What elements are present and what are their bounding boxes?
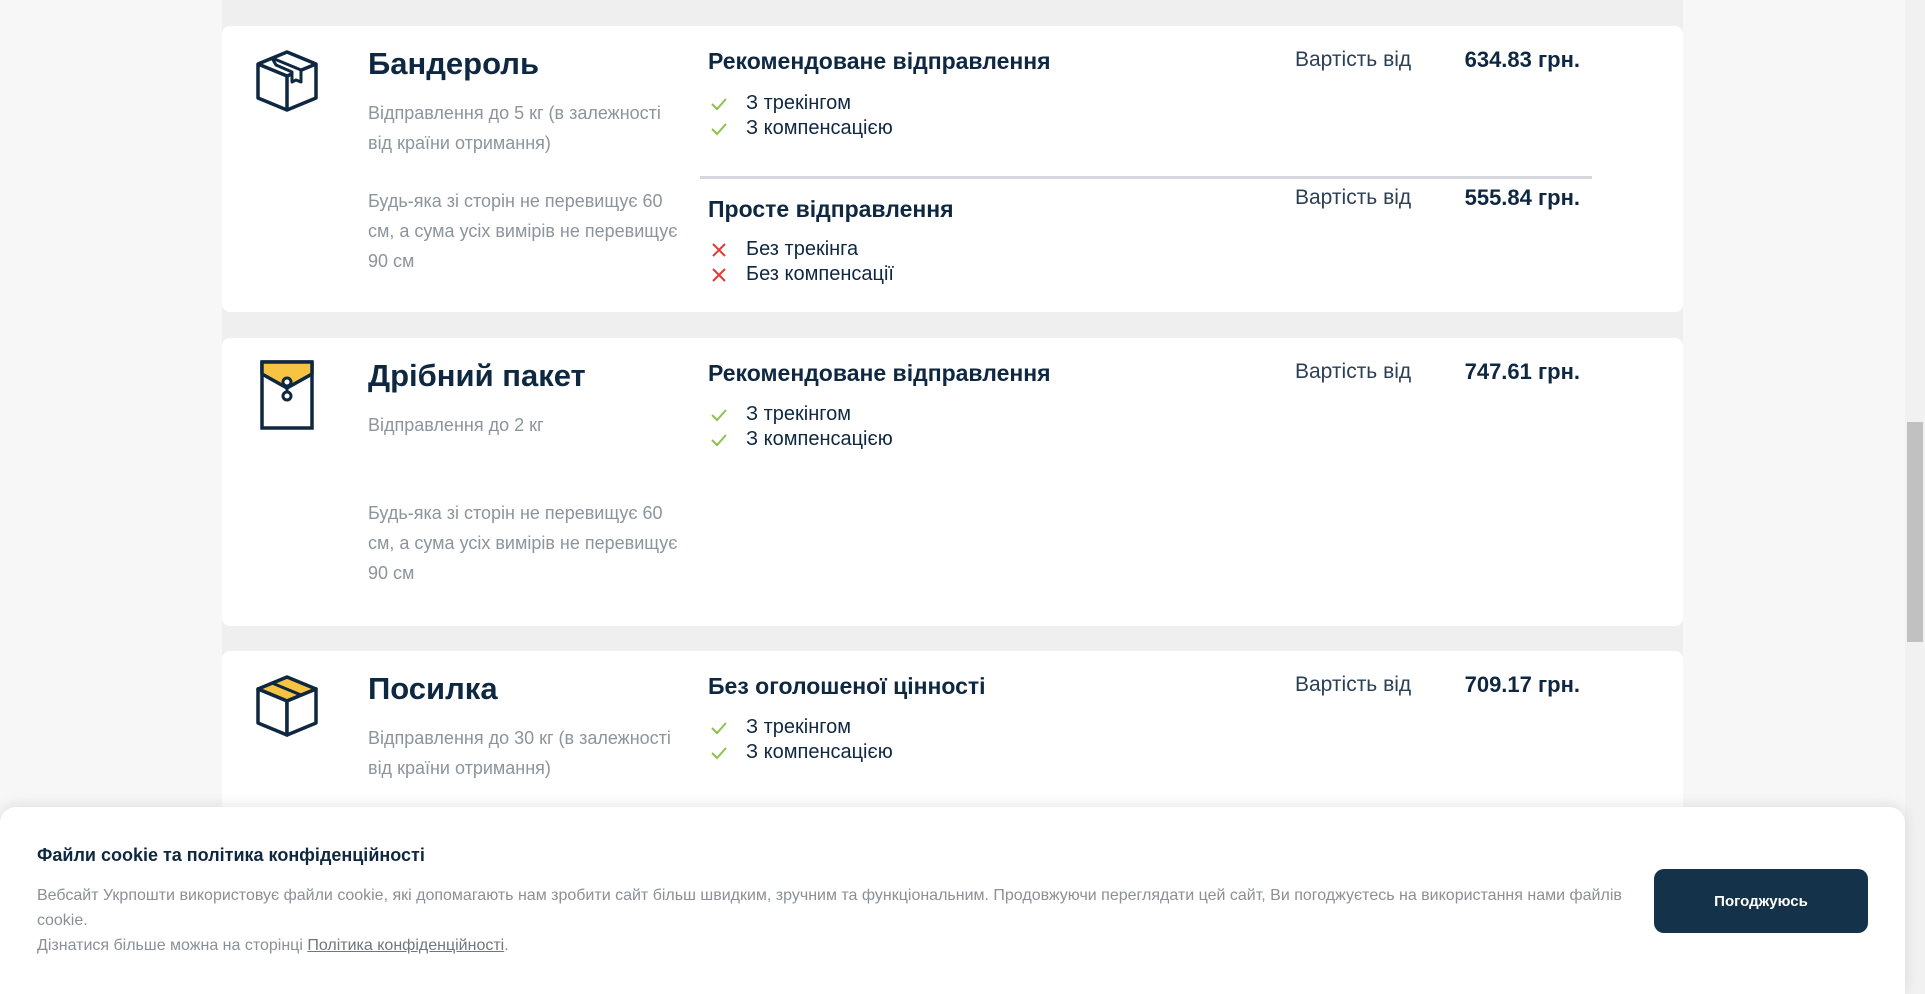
card-size-desc: Будь-яка зі сторін не перевищує 60 см, а… — [368, 503, 678, 583]
feature-compensation: З компенсацією — [711, 740, 893, 765]
feature-tracking: З трекінгом — [711, 402, 852, 427]
card-title: Бандероль — [368, 46, 540, 81]
check-icon — [711, 747, 727, 760]
price-value: 634.83 грн. — [1464, 47, 1580, 72]
cookie-more-prefix: Дізнатися більше можна на сторінці — [37, 937, 308, 954]
check-icon — [711, 434, 727, 447]
card-size-desc: Будь-яка зі сторін не перевищує 60 см, а… — [368, 191, 678, 271]
cross-icon — [712, 268, 726, 282]
card-banderol: Бандероль Відправлення до 5 кг (в залежн… — [222, 26, 1683, 312]
price-label: Вартість від — [1295, 186, 1412, 209]
feature-compensation: З компенсацією — [711, 427, 893, 452]
option-title-registered: Рекомендоване відправлення — [708, 360, 1051, 386]
cross-icon — [712, 243, 726, 257]
feature-text: З трекінгом — [746, 716, 852, 738]
check-icon — [711, 123, 727, 136]
cookie-text: Вебсайт Укрпошти використовує файли cook… — [37, 883, 1627, 958]
price-label: Вартість від — [1295, 48, 1412, 71]
feature-text: З компенсацією — [746, 117, 893, 139]
price-label: Вартість від — [1295, 673, 1412, 696]
parcel-box-icon — [252, 671, 322, 741]
card-title: Дрібний пакет — [368, 358, 586, 393]
box-icon — [252, 46, 322, 116]
feature-no-compensation: Без компенсації — [712, 262, 894, 287]
envelope-icon — [252, 358, 322, 430]
feature-text: З трекінгом — [746, 92, 852, 114]
check-icon — [711, 722, 727, 735]
feature-text: З трекінгом — [746, 403, 852, 425]
check-icon — [711, 98, 727, 111]
feature-text: Без трекінга — [746, 238, 859, 260]
feature-tracking: З трекінгом — [711, 91, 852, 116]
cookie-title: Файли cookie та політика конфіденційност… — [37, 845, 425, 865]
option-title-registered: Рекомендоване відправлення — [708, 48, 1051, 74]
cookie-banner: Файли cookie та політика конфіденційност… — [0, 807, 1905, 994]
feature-no-tracking: Без трекінга — [712, 237, 859, 262]
feature-compensation: З компенсацією — [711, 116, 893, 141]
feature-tracking: З трекінгом — [711, 715, 852, 740]
card-small-packet: Дрібний пакет Відправлення до 2 кг Будь-… — [222, 338, 1683, 626]
cookie-more-suffix: . — [504, 937, 509, 954]
card-title: Посилка — [368, 671, 498, 706]
option-divider — [700, 176, 1592, 179]
card-weight-desc: Відправлення до 2 кг — [368, 415, 544, 435]
card-weight-desc: Відправлення до 30 кг (в залежності від … — [368, 728, 671, 778]
feature-text: З компенсацією — [746, 741, 893, 763]
card-weight-desc: Відправлення до 5 кг (в залежності від к… — [368, 103, 661, 153]
privacy-policy-link[interactable]: Політика конфіденційності — [307, 937, 504, 954]
option-title-simple: Просте відправлення — [708, 196, 954, 222]
option-title-undeclared: Без оголошеної цінності — [708, 673, 986, 699]
check-icon — [711, 409, 727, 422]
scrollbar-thumb[interactable] — [1907, 422, 1923, 642]
price-value: 555.84 грн. — [1464, 185, 1580, 210]
feature-text: Без компенсації — [746, 263, 894, 285]
price-value: 709.17 грн. — [1464, 672, 1580, 697]
feature-text: З компенсацією — [746, 428, 893, 450]
price-label: Вартість від — [1295, 360, 1412, 383]
accept-cookies-button[interactable]: Погоджуюсь — [1654, 869, 1868, 933]
price-value: 747.61 грн. — [1464, 359, 1580, 384]
cookie-description: Вебсайт Укрпошти використовує файли cook… — [37, 887, 1622, 929]
